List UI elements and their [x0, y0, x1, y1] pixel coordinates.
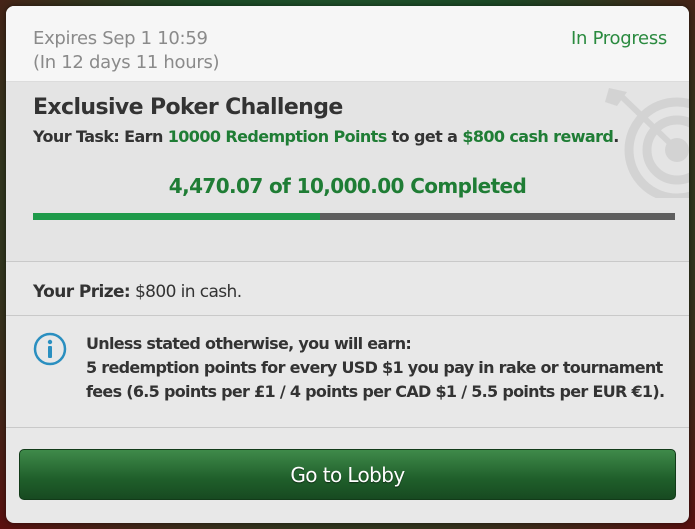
prize-label: Your Prize:: [33, 282, 131, 302]
task-prefix: Your Task: Earn: [33, 127, 168, 146]
task-mid: to get a: [386, 127, 463, 146]
go-to-lobby-button[interactable]: Go to Lobby: [19, 449, 676, 500]
prize-section: Your Prize: $800 in cash.: [6, 262, 689, 316]
info-line-3: fees (6.5 points per £1 / 4 points per C…: [86, 382, 665, 401]
expiry-remaining: (In 12 days 11 hours): [33, 52, 220, 73]
expiry-date: Expires Sep 1 10:59: [33, 28, 208, 49]
info-text: Unless stated otherwise, you will earn: …: [86, 332, 676, 404]
task-points: 10000 Redemption Points: [167, 127, 387, 146]
progress-bar-fill: [33, 213, 320, 220]
challenge-card: Expires Sep 1 10:59 (In 12 days 11 hours…: [6, 6, 689, 523]
info-section: Unless stated otherwise, you will earn: …: [6, 316, 689, 428]
progress-text: 4,470.07 of 10,000.00 Completed: [168, 174, 527, 198]
info-line-1: Unless stated otherwise, you will earn:: [86, 334, 412, 353]
challenge-title: Exclusive Poker Challenge: [33, 95, 343, 120]
card-header: Expires Sep 1 10:59 (In 12 days 11 hours…: [6, 6, 689, 82]
progress-bar: [33, 213, 675, 220]
task-reward: $800 cash reward: [462, 127, 614, 146]
prize-value: $800 in cash.: [130, 282, 242, 302]
task-description: Your Task: Earn 10000 Redemption Points …: [33, 127, 619, 146]
task-suffix: .: [613, 127, 619, 146]
info-line-2: 5 redemption points for every USD $1 you…: [86, 358, 663, 377]
expiry-info: Expires Sep 1 10:59 (In 12 days 11 hours…: [33, 27, 220, 75]
info-icon: [33, 332, 67, 366]
challenge-section: Exclusive Poker Challenge Your Task: Ear…: [6, 82, 689, 262]
status-badge: In Progress: [571, 28, 667, 49]
prize-text: Your Prize: $800 in cash.: [33, 282, 242, 302]
